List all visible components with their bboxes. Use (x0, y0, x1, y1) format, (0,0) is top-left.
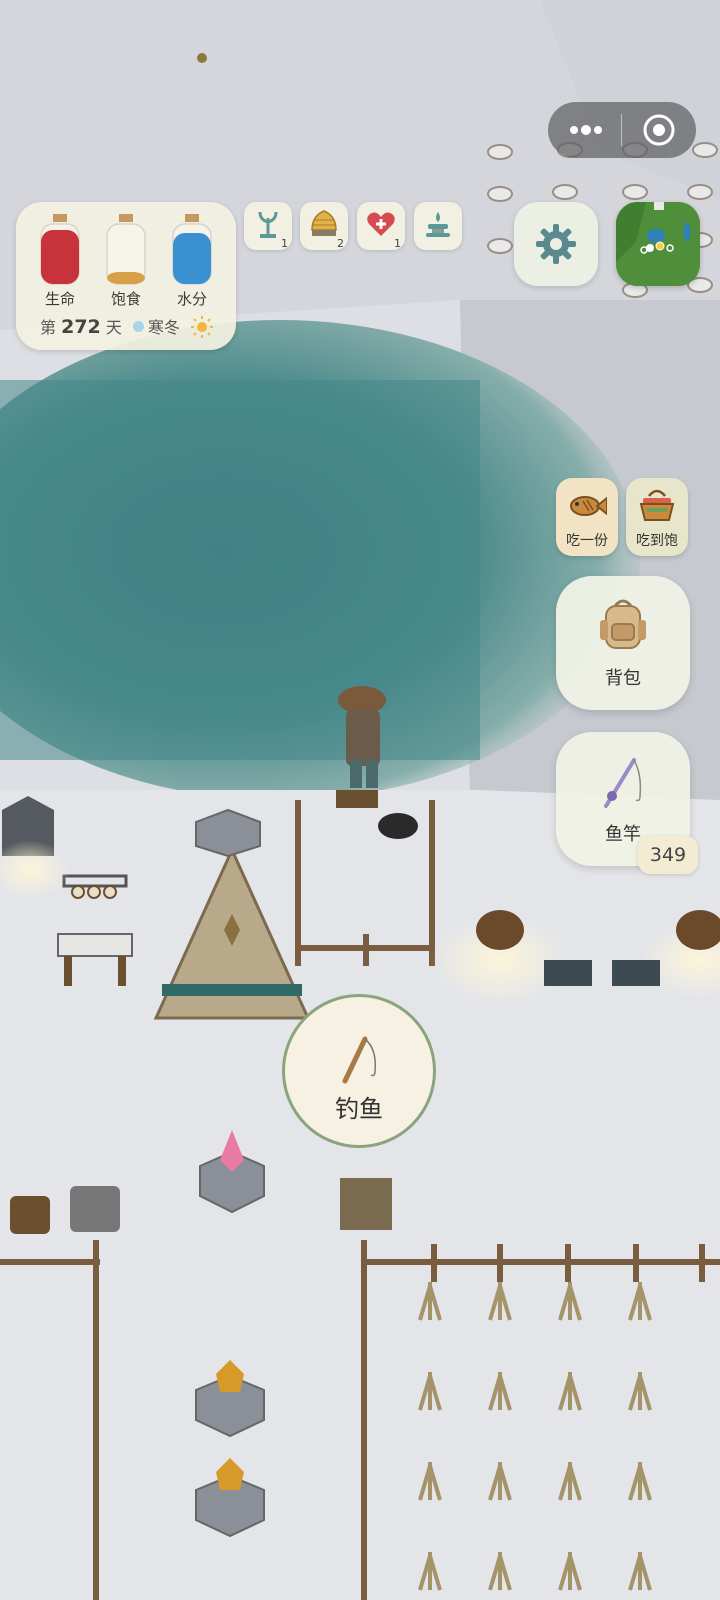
gear-icon (536, 224, 576, 264)
eat-one-button[interactable]: 吃一份 (556, 478, 618, 556)
minimap[interactable] (616, 202, 700, 286)
buff-count: 1 (394, 237, 401, 250)
health-label: 生命 (44, 290, 75, 308)
food-basket-icon (639, 489, 675, 521)
sun-icon (191, 316, 214, 338)
backpack-label: 背包 (605, 668, 641, 689)
mini-program-capsule (548, 102, 696, 158)
buff-beehive[interactable]: 2 (300, 202, 348, 250)
backpack-icon (600, 599, 646, 649)
day-number: 272 (61, 316, 101, 338)
health-jar-icon (40, 214, 80, 285)
water-jar-icon (172, 214, 212, 285)
season-label: 寒冬 (147, 318, 180, 337)
day-counter: 第 272 天 寒冬 (40, 314, 214, 338)
backpack-button[interactable]: 背包 (556, 576, 690, 710)
fountain-icon (426, 212, 450, 237)
buff-count: 1 (281, 237, 288, 250)
eat-full-button[interactable]: 吃到饱 (626, 478, 688, 556)
fishing-rod-icon (604, 758, 642, 808)
heart-plus-icon (367, 212, 395, 236)
buff-seedling[interactable]: 1 (244, 202, 292, 250)
eat-full-label: 吃到饱 (636, 533, 678, 549)
water-label: 水分 (176, 290, 207, 308)
settings-button[interactable] (514, 202, 598, 286)
status-panel: 生命 饱食 水分 第 272 天 寒冬 (16, 202, 236, 350)
day-suffix: 天 (105, 318, 122, 337)
more-dots-icon[interactable] (568, 120, 604, 140)
eat-one-label: 吃一份 (566, 533, 608, 549)
minimap-view (616, 202, 700, 286)
beehive-icon (311, 210, 337, 236)
fish-action-button[interactable]: 钓鱼 (282, 994, 436, 1148)
season-dot-icon (132, 321, 144, 332)
target-circle-icon[interactable] (642, 113, 676, 147)
cooked-fish-icon (570, 496, 607, 516)
buff-count: 2 (337, 237, 344, 250)
fishing-rod-icon (342, 1036, 377, 1084)
day-prefix: 第 (40, 318, 57, 337)
fishing-rod-durability: 349 (638, 836, 698, 874)
capsule-divider (621, 114, 622, 146)
seedling-icon (258, 211, 278, 238)
hunger-jar-icon (106, 214, 146, 285)
buff-fountain[interactable] (414, 202, 462, 250)
fish-action-label: 钓鱼 (335, 1095, 383, 1123)
buff-heal[interactable]: 1 (357, 202, 405, 250)
hunger-label: 饱食 (110, 290, 141, 308)
